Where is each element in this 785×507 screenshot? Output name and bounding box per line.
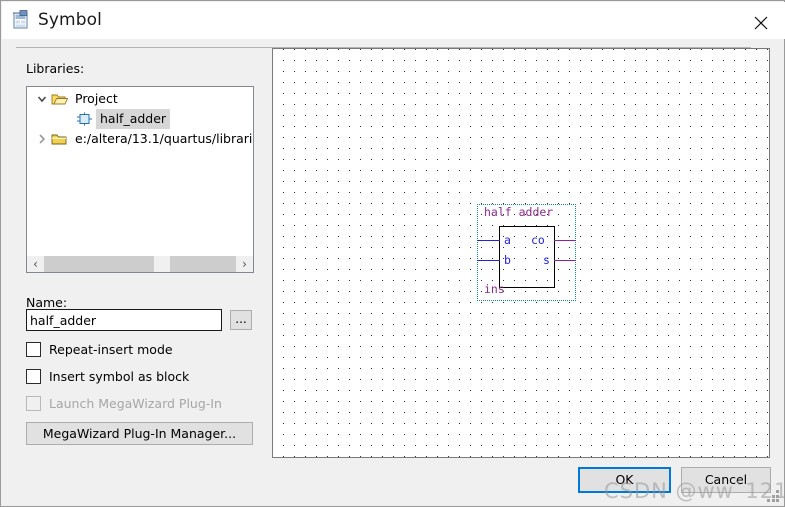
tree-item-project[interactable]: Project — [27, 89, 253, 109]
megawizard-plug-in-manager-button[interactable]: MegaWizard Plug-In Manager... — [26, 422, 253, 445]
window-title: Symbol — [38, 10, 102, 30]
scroll-left-arrow-icon[interactable]: ‹ — [27, 256, 44, 272]
symbol-preview-canvas[interactable]: half adder a b co s ins — [272, 48, 770, 458]
cancel-button[interactable]: Cancel — [681, 467, 771, 493]
close-button[interactable] — [737, 3, 785, 39]
tree-item-label: e:/altera/13.1/quartus/libraries/ — [75, 131, 254, 146]
input-pin-b-label: b — [504, 253, 511, 267]
symbol-block-icon — [76, 112, 93, 126]
scrollbar-thumb[interactable] — [154, 256, 170, 272]
resize-grip[interactable] — [767, 490, 781, 504]
input-pin-a-wire — [477, 240, 500, 241]
scroll-right-arrow-icon[interactable]: › — [236, 256, 253, 272]
libraries-tree[interactable]: Project half_adder e:/altera/13.1/quartu… — [26, 86, 254, 273]
output-pin-co-wire — [554, 240, 576, 241]
insert-symbol-as-block-checkbox[interactable] — [26, 369, 41, 384]
closed-folder-icon — [51, 132, 68, 146]
name-label: Name: — [26, 295, 68, 310]
insert-symbol-as-block-label: Insert symbol as block — [49, 369, 190, 384]
symbol-document-icon — [11, 9, 32, 30]
tree-item-label: half_adder — [96, 109, 171, 129]
symbol-title-label: half adder — [484, 205, 554, 219]
close-icon — [754, 16, 768, 30]
repeat-insert-mode-checkbox[interactable] — [26, 342, 41, 357]
title-bar: Symbol — [2, 2, 785, 39]
symbol-dialog: Symbol Libraries: Project half_adder e:/… — [0, 0, 785, 507]
tree-item-label: Project — [75, 91, 118, 106]
launch-megawizard-label: Launch MegaWizard Plug-In — [49, 396, 222, 411]
browse-button[interactable]: ... — [230, 310, 252, 330]
input-pin-b-wire — [477, 260, 500, 261]
name-input[interactable] — [26, 309, 222, 331]
launch-megawizard-checkbox — [26, 396, 41, 411]
tree-item-altera-libraries[interactable]: e:/altera/13.1/quartus/libraries/ — [27, 129, 253, 149]
open-folder-icon — [51, 92, 69, 106]
scrollbar-track[interactable] — [44, 256, 236, 272]
output-pin-s-wire — [554, 260, 576, 261]
output-pin-co-label: co — [531, 233, 545, 247]
repeat-insert-mode-label: Repeat-insert mode — [49, 342, 173, 357]
output-pin-s-label: s — [543, 253, 550, 267]
tree-item-half-adder[interactable]: half_adder — [27, 109, 253, 129]
chevron-right-icon[interactable] — [35, 129, 49, 149]
symbol-instance-label: ins — [484, 282, 505, 296]
ok-button[interactable]: OK — [578, 467, 671, 493]
input-pin-a-label: a — [504, 233, 511, 247]
libraries-label: Libraries: — [26, 61, 85, 76]
symbol-preview-graphic[interactable]: half adder a b co s ins — [477, 204, 576, 301]
tree-horizontal-scrollbar[interactable]: ‹ › — [27, 256, 253, 272]
chevron-down-icon[interactable] — [35, 89, 49, 109]
